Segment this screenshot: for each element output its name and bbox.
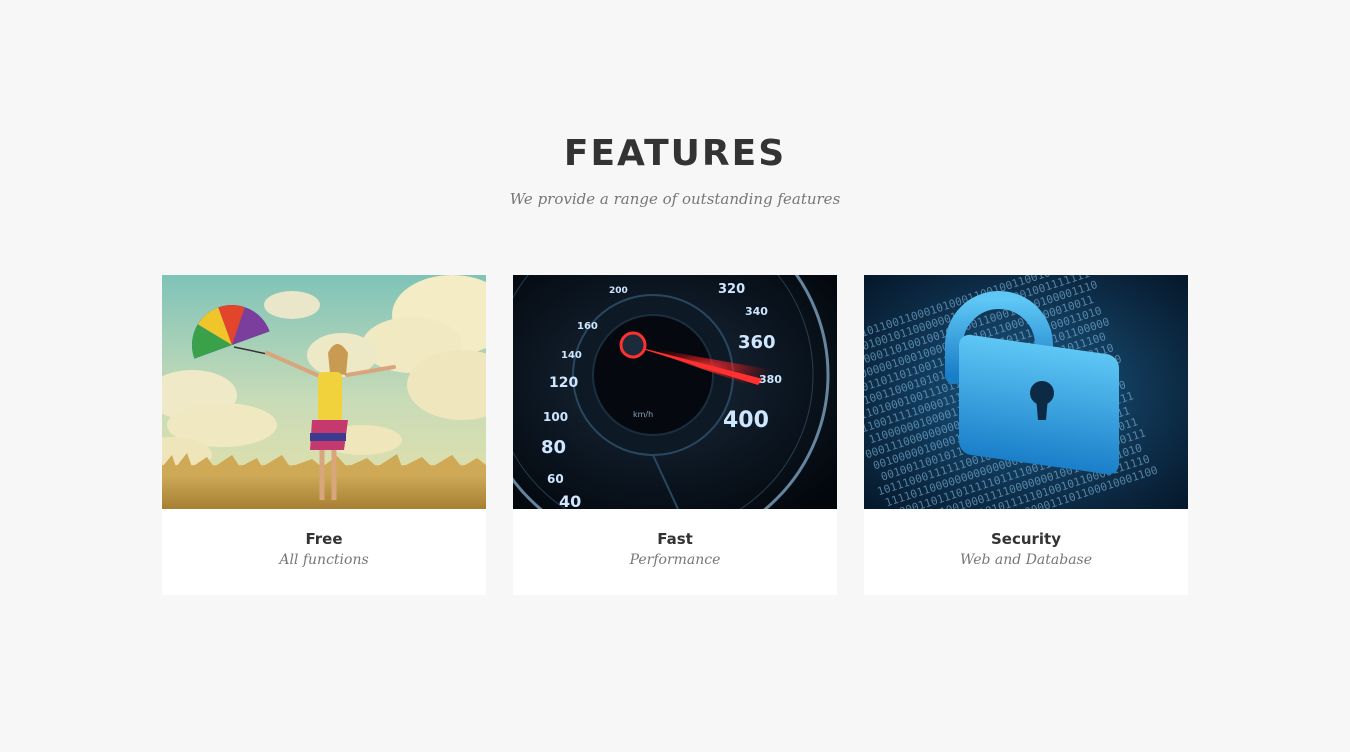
speed-label-140: 140 — [561, 350, 582, 361]
speed-label-200: 200 — [609, 286, 628, 296]
card-subtitle: All functions — [279, 552, 369, 568]
speed-label-40: 40 — [559, 492, 581, 509]
feature-card-free[interactable]: Free All functions — [162, 275, 486, 595]
speed-label-120: 120 — [549, 375, 578, 391]
card-title: Security — [990, 530, 1062, 548]
card-title: Fast — [657, 530, 693, 548]
section-subtitle: We provide a range of outstanding featur… — [509, 190, 841, 208]
speedometer-image: 320 340 360 380 400 200 160 140 120 100 … — [513, 275, 837, 509]
speed-label-340: 340 — [745, 305, 768, 318]
padlock-image: 0100010110011000101000110010011001001001… — [864, 275, 1188, 509]
speed-label-360: 360 — [738, 332, 776, 353]
section-title: FEATURES — [563, 133, 787, 174]
speed-label-160: 160 — [577, 321, 598, 332]
speed-unit-label: km/h — [633, 410, 653, 419]
speed-label-100: 100 — [543, 410, 568, 424]
woman-with-umbrella-image — [162, 275, 486, 509]
speed-label-80: 80 — [541, 437, 566, 458]
speed-label-60: 60 — [547, 472, 564, 486]
speed-label-400: 400 — [723, 408, 769, 433]
speed-label-380: 380 — [759, 373, 782, 386]
speed-label-320: 320 — [718, 282, 745, 297]
features-section: FEATURES We provide a range of outstandi… — [0, 0, 1350, 752]
card-subtitle: Web and Database — [959, 552, 1093, 568]
feature-card-fast[interactable]: 320 340 360 380 400 200 160 140 120 100 … — [513, 275, 837, 595]
card-title: Free — [305, 530, 343, 548]
card-subtitle: Performance — [629, 552, 721, 568]
feature-card-security[interactable]: 0100010110011000101000110010011001001001… — [864, 275, 1188, 595]
